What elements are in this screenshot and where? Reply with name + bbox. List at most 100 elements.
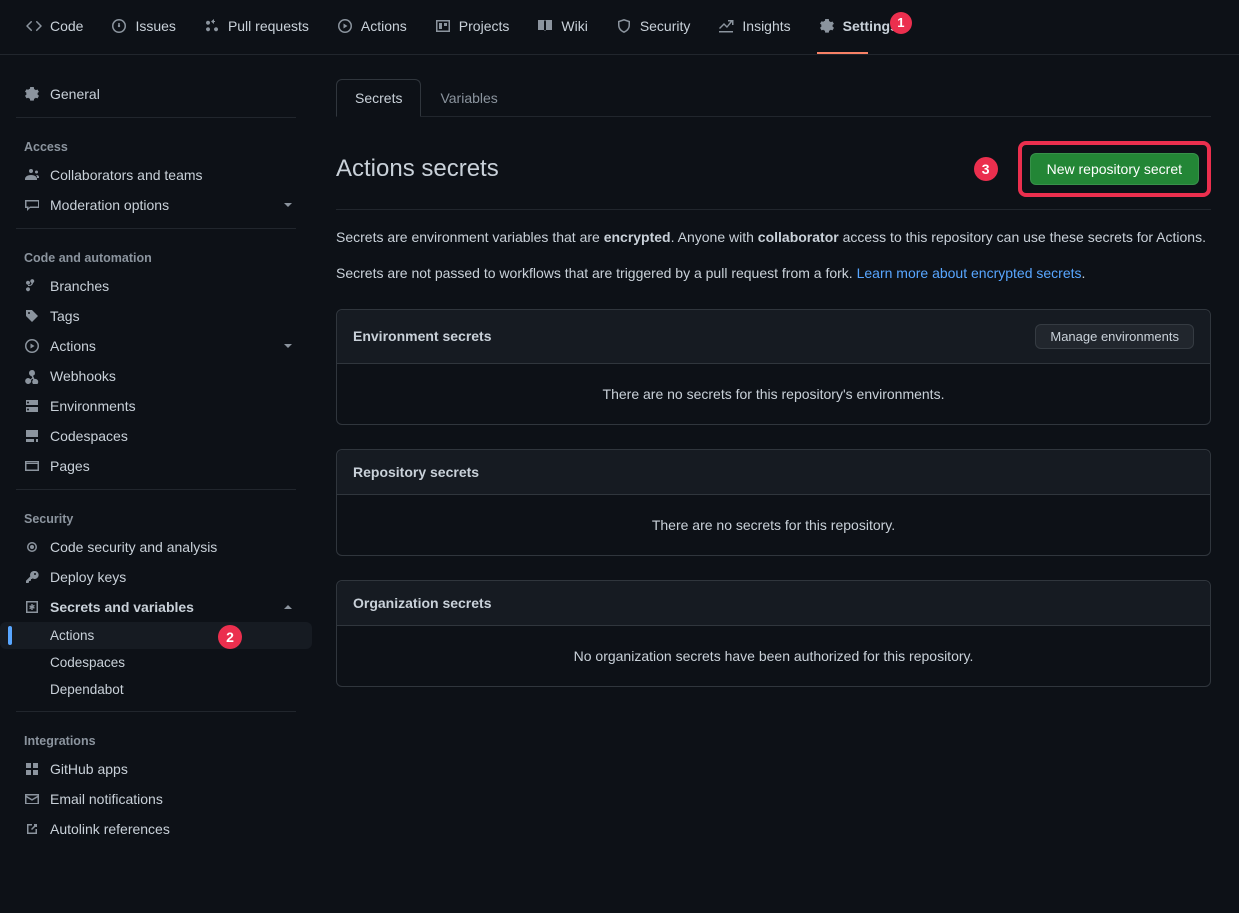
- panel-empty-message: No organization secrets have been author…: [337, 626, 1210, 686]
- book-icon: [537, 18, 553, 34]
- shield-icon: [616, 18, 632, 34]
- sidebar-item-label: Environments: [50, 398, 136, 414]
- tab-label: Security: [640, 18, 691, 34]
- tab-issues[interactable]: Issues: [101, 0, 185, 55]
- tab-code[interactable]: Code: [16, 0, 93, 55]
- gear-icon: [24, 86, 40, 102]
- sidebar-item-label: GitHub apps: [50, 761, 128, 777]
- link-external-icon: [24, 821, 40, 837]
- sidebar-sub-dependabot[interactable]: Dependabot: [0, 676, 312, 703]
- tab-label: Code: [50, 18, 83, 34]
- tab-actions[interactable]: Actions: [327, 0, 417, 55]
- sidebar-item-label: Branches: [50, 278, 109, 294]
- environment-secrets-panel: Environment secrets Manage environments …: [336, 309, 1211, 425]
- pr-icon: [204, 18, 220, 34]
- panel-title: Environment secrets: [353, 328, 492, 344]
- annotation-highlight: New repository secret: [1018, 141, 1211, 197]
- sidebar-item-label: Tags: [50, 308, 80, 324]
- tab-projects[interactable]: Projects: [425, 0, 520, 55]
- sidebar-item-label: Codespaces: [50, 428, 128, 444]
- project-icon: [435, 18, 451, 34]
- annotation-step-3: 3: [974, 157, 998, 181]
- settings-sidebar: General Access Collaborators and teams M…: [0, 55, 320, 868]
- page-title: Actions secrets: [336, 155, 499, 183]
- sidebar-item-autolink[interactable]: Autolink references: [0, 814, 312, 844]
- sidebar-item-label: Secrets and variables: [50, 599, 194, 615]
- repo-tabs: Code Issues Pull requests Actions Projec…: [0, 0, 1239, 55]
- sidebar-item-environments[interactable]: Environments: [0, 391, 312, 421]
- divider: [16, 711, 296, 712]
- organization-secrets-panel: Organization secrets No organization sec…: [336, 580, 1211, 687]
- sidebar-item-actions[interactable]: Actions: [0, 331, 312, 361]
- divider: [16, 489, 296, 490]
- sidebar-group-access: Access: [0, 132, 312, 160]
- sidebar-item-deploy-keys[interactable]: Deploy keys: [0, 562, 312, 592]
- tab-secrets[interactable]: Secrets: [336, 79, 421, 116]
- sidebar-item-email-notifications[interactable]: Email notifications: [0, 784, 312, 814]
- sidebar-item-label: Deploy keys: [50, 569, 126, 585]
- sidebar-item-code-security[interactable]: Code security and analysis: [0, 532, 312, 562]
- divider: [16, 228, 296, 229]
- chevron-down-icon: [280, 338, 296, 354]
- browser-icon: [24, 458, 40, 474]
- sidebar-item-general[interactable]: General: [0, 79, 312, 109]
- codespaces-icon: [24, 428, 40, 444]
- asterisk-icon: [24, 599, 40, 615]
- scan-icon: [24, 539, 40, 555]
- sidebar-item-label: Actions: [50, 628, 94, 643]
- webhook-icon: [24, 368, 40, 384]
- comment-icon: [24, 197, 40, 213]
- sidebar-item-collaborators[interactable]: Collaborators and teams: [0, 160, 312, 190]
- sidebar-sub-codespaces[interactable]: Codespaces: [0, 649, 312, 676]
- play-circle-icon: [24, 338, 40, 354]
- sidebar-item-label: General: [50, 86, 100, 102]
- sidebar-item-codespaces[interactable]: Codespaces: [0, 421, 312, 451]
- sidebar-item-tags[interactable]: Tags: [0, 301, 312, 331]
- divider: [16, 117, 296, 118]
- sidebar-item-label: Collaborators and teams: [50, 167, 203, 183]
- sidebar-item-label: Pages: [50, 458, 90, 474]
- panel-empty-message: There are no secrets for this repository…: [337, 495, 1210, 555]
- sidebar-group-code-automation: Code and automation: [0, 243, 312, 271]
- tab-label: Projects: [459, 18, 510, 34]
- annotation-step-2: 2: [218, 625, 242, 649]
- tab-label: Actions: [361, 18, 407, 34]
- grid-icon: [24, 761, 40, 777]
- tab-label: Pull requests: [228, 18, 309, 34]
- page-header: Actions secrets 3 New repository secret: [336, 141, 1211, 210]
- tab-insights[interactable]: Insights: [708, 0, 800, 55]
- annotation-step-1: 1: [890, 12, 912, 34]
- tab-variables[interactable]: Variables: [421, 79, 516, 116]
- sidebar-item-pages[interactable]: Pages: [0, 451, 312, 481]
- sidebar-item-label: Moderation options: [50, 197, 169, 213]
- code-icon: [26, 18, 42, 34]
- panel-empty-message: There are no secrets for this repository…: [337, 364, 1210, 424]
- learn-more-link[interactable]: Learn more about encrypted secrets: [857, 265, 1082, 281]
- play-circle-icon: [337, 18, 353, 34]
- people-icon: [24, 167, 40, 183]
- sidebar-item-branches[interactable]: Branches: [0, 271, 312, 301]
- new-repository-secret-button[interactable]: New repository secret: [1030, 153, 1199, 185]
- sidebar-item-label: Webhooks: [50, 368, 116, 384]
- tab-pull-requests[interactable]: Pull requests: [194, 0, 319, 55]
- sidebar-item-webhooks[interactable]: Webhooks: [0, 361, 312, 391]
- description-paragraph-2: Secrets are not passed to workflows that…: [336, 262, 1211, 284]
- panel-title: Repository secrets: [353, 464, 479, 480]
- issue-icon: [111, 18, 127, 34]
- sidebar-item-moderation[interactable]: Moderation options: [0, 190, 312, 220]
- tab-settings[interactable]: Settings 1: [809, 0, 908, 55]
- main-content: Secrets Variables Actions secrets 3 New …: [320, 55, 1239, 868]
- sidebar-sub-actions[interactable]: Actions 2: [0, 622, 312, 649]
- tab-label: Wiki: [561, 18, 587, 34]
- chevron-down-icon: [280, 197, 296, 213]
- branch-icon: [24, 278, 40, 294]
- sidebar-item-label: Autolink references: [50, 821, 170, 837]
- sidebar-item-secrets-variables[interactable]: Secrets and variables: [0, 592, 312, 622]
- sidebar-item-label: Codespaces: [50, 655, 125, 670]
- tab-security[interactable]: Security: [606, 0, 701, 55]
- repository-secrets-panel: Repository secrets There are no secrets …: [336, 449, 1211, 556]
- sidebar-item-github-apps[interactable]: GitHub apps: [0, 754, 312, 784]
- manage-environments-button[interactable]: Manage environments: [1035, 324, 1194, 349]
- tab-wiki[interactable]: Wiki: [527, 0, 597, 55]
- gear-icon: [819, 18, 835, 34]
